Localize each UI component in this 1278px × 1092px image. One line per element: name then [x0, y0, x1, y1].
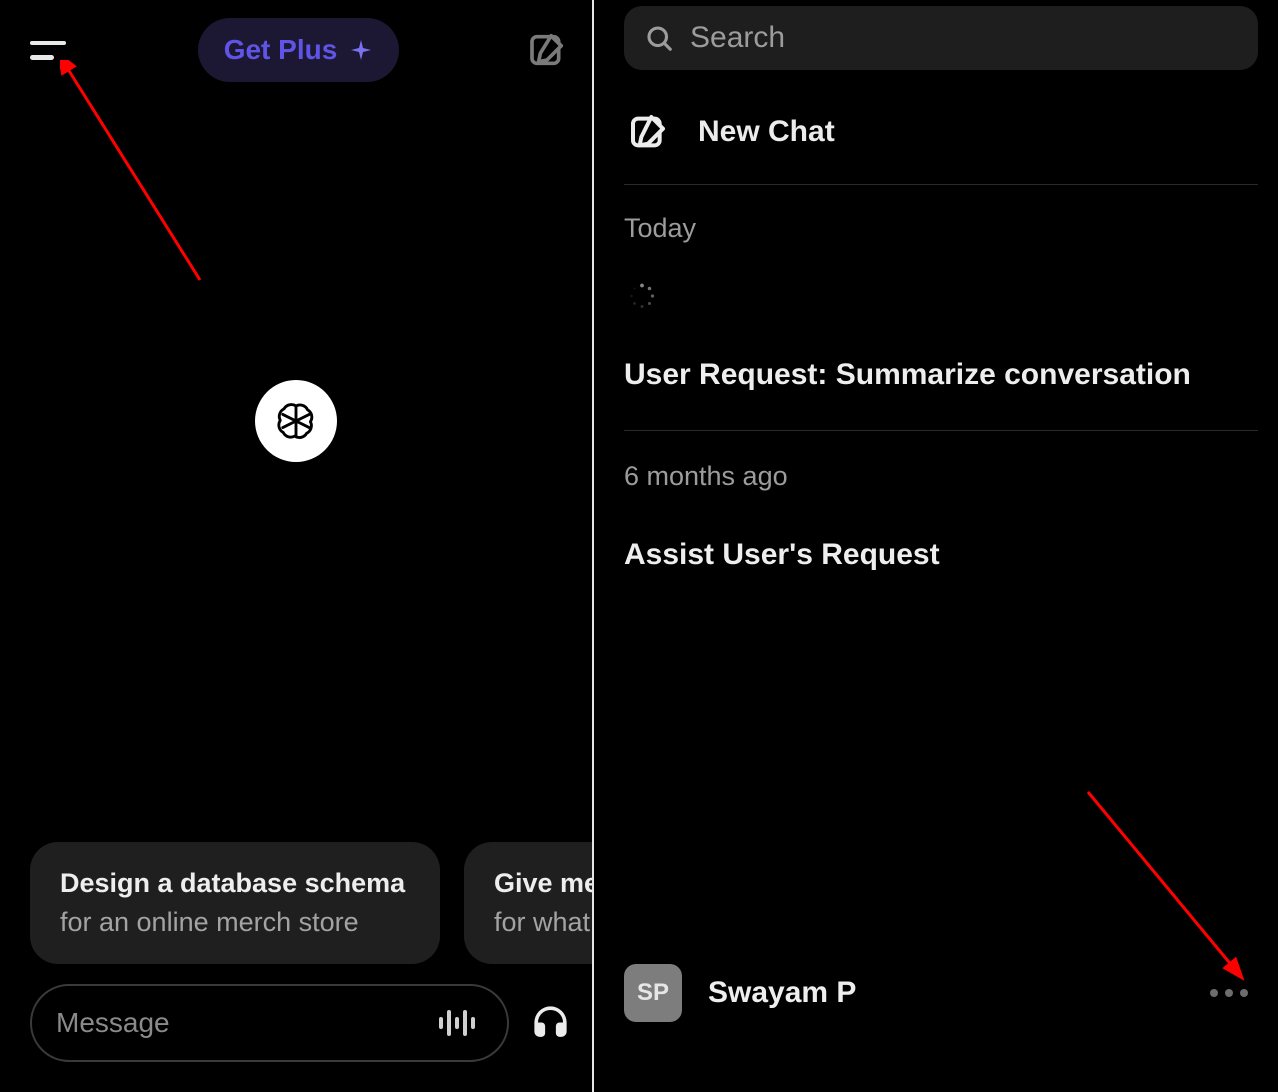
chat-history-title: Assist User's Request	[624, 538, 940, 571]
left-header: Get Plus	[0, 0, 592, 80]
profile-name: Swayam P	[708, 976, 1174, 1010]
suggestion-subtitle: for what	[494, 907, 592, 938]
compose-icon[interactable]	[527, 30, 567, 70]
avatar: SP	[624, 964, 682, 1022]
home-panel: Get Plus	[0, 0, 592, 1092]
compose-icon	[628, 112, 668, 152]
section-divider	[624, 430, 1258, 431]
chat-history-item[interactable]: Assist User's Request	[624, 520, 1258, 590]
message-input[interactable]	[56, 1007, 417, 1039]
empty-state	[0, 80, 592, 842]
message-composer[interactable]	[30, 984, 509, 1062]
more-options-icon[interactable]	[1200, 979, 1258, 1007]
avatar-initials: SP	[637, 979, 669, 1007]
suggestion-card[interactable]: Design a database schema for an online m…	[30, 842, 440, 964]
suggestion-card[interactable]: Give me for what	[464, 842, 592, 964]
menu-icon[interactable]	[30, 30, 70, 70]
sidebar-panel: New Chat Today User Request: Summarize c…	[594, 0, 1278, 1092]
sparkle-icon	[349, 38, 373, 62]
openai-logo-icon	[255, 380, 337, 462]
new-chat-button[interactable]: New Chat	[624, 100, 1258, 185]
get-plus-button[interactable]: Get Plus	[198, 18, 400, 82]
suggestion-subtitle: for an online merch store	[60, 907, 410, 938]
suggestion-row: Design a database schema for an online m…	[0, 842, 592, 984]
composer-row	[0, 984, 592, 1092]
headphones-icon[interactable]	[529, 1001, 572, 1045]
new-chat-label: New Chat	[698, 115, 835, 149]
search-icon	[644, 23, 674, 53]
chat-history-item[interactable]: User Request: Summarize conversation	[624, 340, 1258, 410]
search-bar[interactable]	[624, 6, 1258, 70]
chat-history-title: User Request: Summarize conversation	[624, 358, 1191, 391]
section-label: Today	[624, 213, 1258, 244]
section-label: 6 months ago	[624, 461, 1258, 492]
suggestion-title: Design a database schema	[60, 868, 410, 899]
loading-spinner-icon	[628, 282, 656, 310]
search-input[interactable]	[690, 21, 1238, 55]
get-plus-label: Get Plus	[224, 34, 338, 66]
voice-input-icon[interactable]	[431, 1002, 483, 1044]
profile-row[interactable]: SP Swayam P	[624, 964, 1258, 1022]
suggestion-title: Give me	[494, 868, 592, 899]
